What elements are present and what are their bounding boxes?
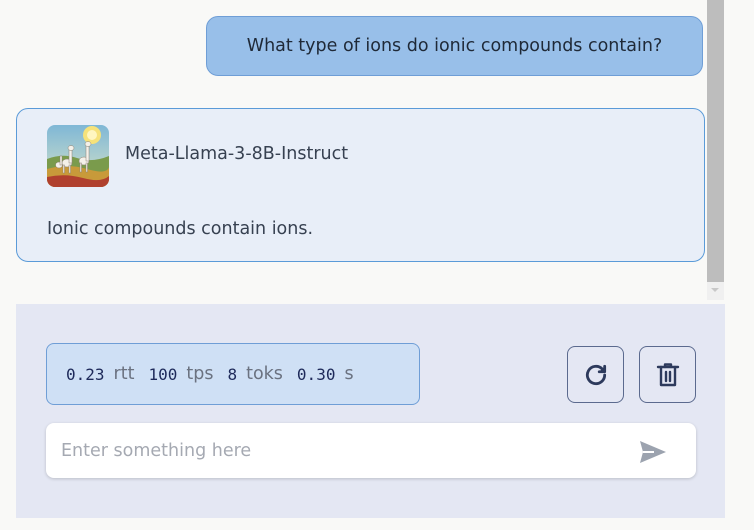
llama-avatar-icon [47, 125, 109, 187]
time-value: 0.30 [296, 364, 336, 384]
scroll-down-arrow-icon[interactable] [711, 288, 719, 292]
toks-value: 8 [227, 364, 238, 384]
chat-area: What type of ions do ionic compounds con… [0, 0, 707, 300]
send-icon[interactable] [638, 439, 668, 465]
user-message: What type of ions do ionic compounds con… [206, 16, 703, 76]
trash-icon [656, 362, 679, 386]
tps-value: 100 [148, 364, 178, 384]
chat-scrollbar[interactable] [707, 0, 724, 300]
message-input-box [46, 423, 696, 478]
rtt-value: 0.23 [66, 364, 105, 384]
model-name: Meta-Llama-3-8B-Instruct [125, 144, 349, 164]
scrollbar-thumb[interactable] [707, 0, 724, 282]
message-input[interactable] [46, 423, 626, 478]
bot-message: Meta-Llama-3-8B-Instruct Ionic compounds… [16, 108, 705, 262]
time-unit: s [344, 364, 354, 384]
stats-display: 0.23 rtt 100 tps 8 toks 0.30 s [46, 343, 420, 405]
rtt-unit: rtt [113, 364, 135, 384]
bot-message-text: Ionic compounds contain ions. [47, 219, 314, 239]
user-message-text: What type of ions do ionic compounds con… [246, 36, 663, 56]
refresh-icon [585, 364, 606, 385]
tps-unit: tps [186, 364, 214, 384]
regenerate-button[interactable] [567, 346, 624, 403]
toks-unit: toks [246, 364, 283, 384]
controls-panel: 0.23 rtt 100 tps 8 toks 0.30 s [16, 304, 725, 518]
delete-button[interactable] [639, 346, 696, 403]
